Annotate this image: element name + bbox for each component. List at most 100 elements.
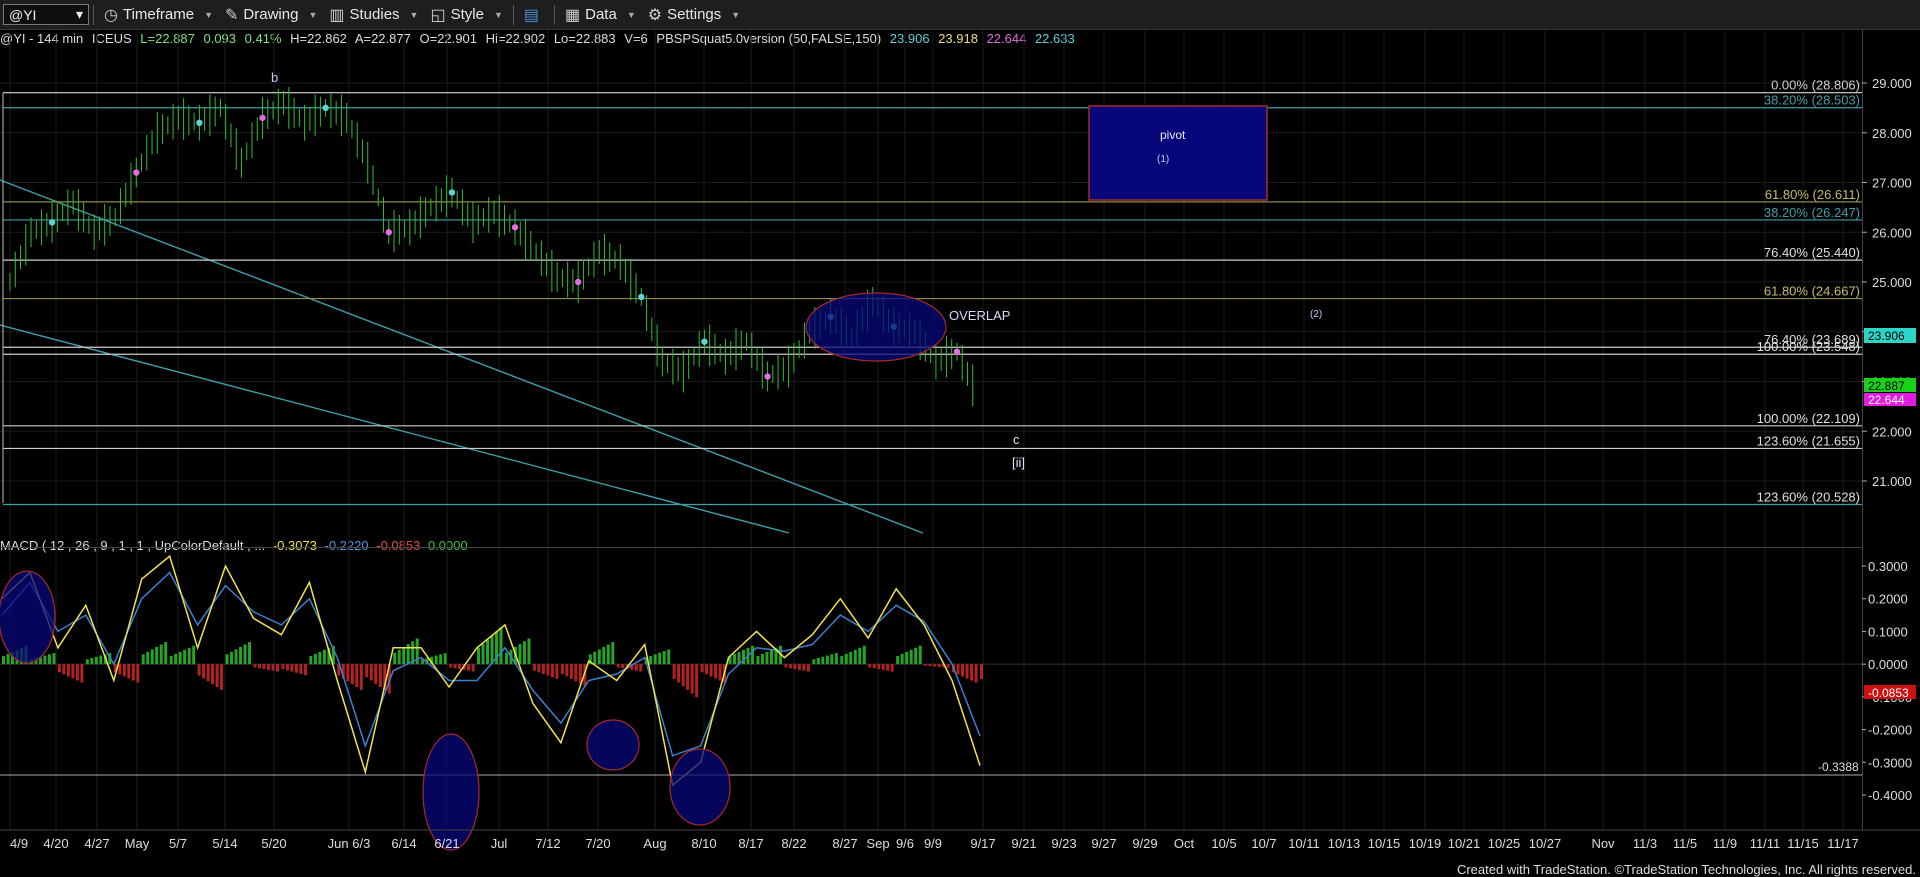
macd-histogram-bar: [169, 655, 173, 665]
macd-pane: [0, 554, 1862, 787]
signal-dot: [638, 293, 645, 301]
macd-histogram-bar: [449, 664, 453, 668]
time-tick-label: 8/22: [781, 836, 806, 851]
time-tick-label: 8/17: [738, 836, 763, 851]
signal-dot: [322, 104, 329, 112]
macd-histogram-bar: [467, 664, 471, 671]
time-tick-label: 6/21: [434, 836, 459, 851]
macd-histogram-bar: [705, 664, 709, 675]
signal-dot: [448, 189, 456, 196]
macd-histogram-bar: [830, 654, 834, 665]
fib-label: 100.00% (22.109): [1757, 411, 1860, 426]
pivot-label: pivot: [1160, 128, 1186, 142]
macd-histogram-bar: [127, 664, 131, 679]
fib-label: 38.20% (28.503): [1764, 93, 1860, 108]
macd-histogram-bar: [262, 664, 266, 670]
time-tick-label: May: [125, 836, 150, 851]
macd-histogram-bar: [550, 664, 554, 678]
pivot-rect: [1088, 105, 1268, 201]
macd-histogram-bar: [797, 664, 801, 670]
time-tick-label: 10/15: [1368, 836, 1401, 851]
macd-histogram-bar: [639, 664, 643, 672]
macd-histogram-bar: [66, 664, 70, 677]
macd-histogram-bar: [834, 653, 838, 665]
pivot-box[interactable]: pivot (1): [1088, 105, 1268, 201]
wave-c-label: c: [1013, 432, 1020, 447]
macd-histogram-bar: [756, 655, 760, 665]
chart-canvas[interactable]: 0.00% (28.806)38.20% (28.503) 61.80% (26.…: [0, 0, 1920, 862]
signal-dot: [701, 338, 708, 345]
time-tick-label: 10/13: [1328, 836, 1361, 851]
macd-histogram-bar: [634, 664, 638, 671]
ellipse-annotation: [805, 292, 947, 362]
macd-histogram-bar: [924, 664, 928, 666]
macd-histogram-bar: [275, 664, 279, 672]
time-tick-label: 9/29: [1132, 836, 1157, 851]
macd-histogram-bar: [99, 655, 103, 665]
macd-histogram-bar: [718, 664, 722, 681]
trendline-upper: [0, 179, 924, 534]
macd-histogram-bar: [881, 664, 885, 670]
macd-histogram-bar: [709, 664, 713, 677]
macd-histogram-bar: [909, 649, 913, 665]
low-price-text: 22.644: [1868, 393, 1905, 407]
fib-label: 123.60% (20.528): [1757, 489, 1860, 504]
macd-histogram-bar: [686, 664, 690, 690]
price-axis-divider: [1862, 30, 1863, 830]
macd-histogram-bar: [611, 642, 615, 665]
time-tick-label: 6/14: [391, 836, 416, 851]
time-tick-label: 11/9: [1713, 836, 1737, 851]
macd-histogram-bar: [751, 645, 755, 665]
macd-histogram-bar: [94, 656, 98, 665]
signal-dot: [574, 278, 582, 286]
macd-histogram-bar: [155, 646, 159, 665]
macd-histogram-bar: [565, 664, 569, 677]
macd-histogram-bar: [784, 664, 788, 668]
price-tick-label: 29.000: [1872, 76, 1912, 91]
macd-histogram-bar: [52, 653, 56, 665]
macd-histogram-bar: [62, 664, 66, 675]
macd-histogram-bar: [303, 664, 307, 676]
macd-histogram-bar: [85, 659, 89, 665]
macd-histogram-bar: [281, 664, 285, 670]
macd-histogram-bar: [215, 664, 219, 688]
macd-histogram-bar: [956, 664, 960, 675]
price-series: [9, 86, 974, 407]
macd-current-text: -0.0853: [1868, 686, 1909, 700]
macd-histogram-bar: [290, 664, 294, 672]
macd-histogram-bar: [285, 664, 289, 671]
macd-histogram-bar: [239, 646, 243, 665]
macd-histogram-bar: [733, 653, 737, 665]
macd-tick-label: 0.2000: [1868, 592, 1908, 607]
macd-histogram-bar: [136, 664, 140, 683]
macd-histogram-bar: [918, 645, 922, 665]
macd-histogram-bar: [71, 664, 75, 679]
time-tick-label: 10/19: [1409, 836, 1442, 851]
signal-dot: [953, 348, 961, 355]
macd-histogram-bar: [890, 664, 894, 672]
ellipse-annotation: [422, 733, 480, 851]
macd-histogram-bar: [700, 664, 704, 673]
macd-histogram-bar: [546, 664, 550, 676]
macd-histogram-bar: [481, 643, 485, 665]
time-tick-label: 10/11: [1288, 836, 1320, 851]
macd-histogram-bar: [532, 664, 536, 671]
macd-histogram-bar: [174, 653, 178, 665]
macd-histogram-bar: [434, 655, 438, 665]
macd-histogram-bar: [896, 655, 900, 665]
macd-histogram-bar: [453, 664, 457, 669]
macd-histogram-bar: [695, 664, 699, 698]
time-tick-label: 10/21: [1448, 836, 1481, 851]
macd-histogram-bar: [243, 644, 247, 665]
time-tick-label: 10/5: [1211, 836, 1236, 851]
macd-histogram-bar: [933, 664, 937, 667]
ellipse-annotation: [669, 748, 731, 826]
time-tick-label: 8/27: [832, 836, 857, 851]
macd-histogram-bar: [471, 664, 475, 672]
time-tick-label: Nov: [1591, 836, 1615, 851]
macd-histogram-bar: [397, 649, 401, 665]
macd-histogram-bar: [90, 658, 94, 665]
fib-label: 0.00% (28.806): [1771, 78, 1860, 93]
macd-histogram-bar: [541, 664, 545, 674]
signal-dot: [133, 169, 140, 176]
